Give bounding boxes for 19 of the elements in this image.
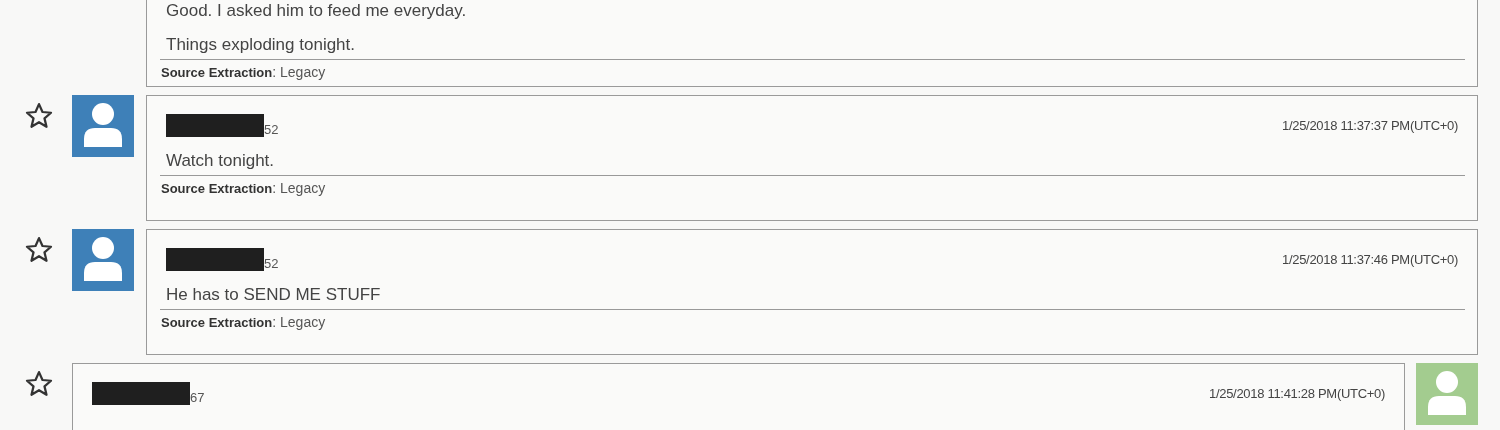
source-extraction: Source Extraction: Legacy	[160, 179, 327, 196]
message-timestamp: 1/25/2018 11:37:37 PM(UTC+0)	[1282, 118, 1458, 133]
message-text: He has to SEND ME STUFF	[166, 285, 382, 305]
message-text: Things exploding tonight.	[166, 35, 357, 55]
avatar-icon	[72, 95, 134, 157]
avatar-icon	[1416, 363, 1478, 425]
sender-name: 52	[264, 256, 279, 271]
message-text: Good. I asked him to feed me everyday.	[166, 1, 468, 21]
message-timestamp: 1/25/2018 11:37:46 PM(UTC+0)	[1282, 252, 1458, 267]
message-timestamp: 1/25/2018 11:41:28 PM(UTC+0)	[1209, 386, 1385, 401]
sender-name: 67	[190, 390, 205, 405]
source-extraction: Source Extraction: Legacy	[160, 63, 327, 80]
sender-name: 52	[264, 122, 279, 137]
star-icon[interactable]	[24, 369, 54, 399]
message-text: Watch tonight.	[166, 151, 276, 171]
star-icon[interactable]	[24, 235, 54, 265]
avatar-icon	[72, 229, 134, 291]
source-extraction: Source Extraction: Legacy	[160, 313, 327, 330]
star-icon[interactable]	[24, 101, 54, 131]
